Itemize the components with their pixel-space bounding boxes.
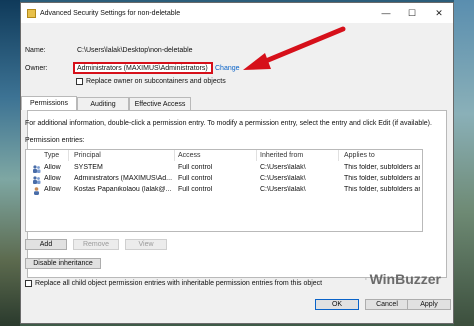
row-inherited-from: C:\Users\lalak\	[260, 186, 306, 193]
tab-effective-access[interactable]: Effective Access	[129, 97, 191, 110]
minimize-button[interactable]: —	[373, 3, 399, 23]
row-applies-to: This folder, subfolders and files	[344, 175, 420, 182]
users-icon	[33, 176, 41, 184]
users-icon	[33, 165, 41, 173]
window-title: Advanced Security Settings for non-delet…	[40, 9, 181, 17]
owner-value: Administrators (MAXIMUS\Administrators)	[77, 64, 208, 72]
replace-all-label: Replace all child object permission entr…	[35, 280, 323, 287]
row-type: Allow	[44, 186, 61, 193]
advanced-security-window: Advanced Security Settings for non-delet…	[20, 2, 454, 324]
column-header-access[interactable]: Access	[178, 152, 201, 159]
watermark-text: WinBuzzer	[369, 271, 441, 287]
column-header-principal[interactable]: Principal	[74, 152, 101, 159]
close-button[interactable]: ✕	[425, 3, 453, 23]
row-principal: Administrators (MAXIMUS\Ad...	[74, 175, 172, 182]
row-access: Full control	[178, 186, 213, 193]
tab-permissions[interactable]: Permissions	[21, 96, 77, 110]
table-row[interactable]: Allow Administrators (MAXIMUS\Ad... Full…	[26, 175, 422, 185]
replace-owner-checkbox[interactable]	[76, 78, 83, 85]
row-inherited-from: C:\Users\lalak\	[260, 175, 306, 182]
desktop-background-right	[454, 0, 474, 326]
window-controls: — ☐ ✕	[373, 3, 453, 23]
view-button[interactable]: View	[125, 239, 167, 250]
permission-entries-label: Permission entries:	[25, 137, 85, 144]
row-inherited-from: C:\Users\lalak\	[260, 164, 306, 171]
desktop-background-left	[0, 0, 20, 326]
row-access: Full control	[178, 175, 213, 182]
tab-auditing[interactable]: Auditing	[77, 97, 129, 110]
red-arrow-annotation	[243, 26, 346, 70]
row-type: Allow	[44, 164, 61, 171]
row-principal: Kostas Papanikolaou (lalak@...	[74, 186, 172, 193]
table-row[interactable]: Allow Kostas Papanikolaou (lalak@... Ful…	[26, 186, 422, 196]
column-header-inherited-from[interactable]: Inherited from	[260, 152, 303, 159]
tab-bar: Permissions Auditing Effective Access	[21, 96, 453, 110]
name-label: Name:	[25, 47, 46, 54]
row-principal: SYSTEM	[74, 164, 103, 171]
column-header-type[interactable]: Type	[44, 152, 59, 159]
row-type: Allow	[44, 175, 61, 182]
row-applies-to: This folder, subfolders and files	[344, 186, 420, 193]
apply-button[interactable]: Apply	[407, 299, 451, 310]
replace-all-checkbox[interactable]	[25, 280, 32, 287]
tab-auditing-label: Auditing	[90, 100, 116, 108]
cancel-button[interactable]: Cancel	[365, 299, 409, 310]
remove-button[interactable]: Remove	[73, 239, 119, 250]
name-value: C:\Users\lalak\Desktop\non-deletable	[77, 47, 193, 54]
tab-permissions-label: Permissions	[29, 100, 69, 107]
row-applies-to: This folder, subfolders and files	[344, 164, 420, 171]
folder-icon	[27, 8, 36, 18]
ok-button[interactable]: OK	[315, 299, 359, 310]
user-icon	[34, 187, 39, 195]
disable-inheritance-button[interactable]: Disable inheritance	[25, 258, 101, 269]
column-header-applies-to[interactable]: Applies to	[344, 152, 375, 159]
maximize-button[interactable]: ☐	[399, 3, 425, 23]
title-bar: Advanced Security Settings for non-delet…	[21, 3, 453, 23]
winbuzzer-watermark: WinBuzzer	[365, 269, 441, 289]
permission-entries-table: Type Principal Access Inherited from App…	[25, 149, 423, 232]
winbuzzer-logo-icon	[365, 278, 367, 280]
replace-owner-label: Replace owner on subcontainers and objec…	[86, 78, 226, 85]
info-text: For additional information, double-click…	[25, 120, 432, 127]
owner-value-highlight: Administrators (MAXIMUS\Administrators)	[73, 62, 213, 74]
add-button[interactable]: Add	[25, 239, 67, 250]
row-access: Full control	[178, 164, 213, 171]
tab-effective-access-label: Effective Access	[134, 100, 186, 108]
owner-label: Owner:	[25, 65, 48, 72]
table-row[interactable]: Allow SYSTEM Full control C:\Users\lalak…	[26, 164, 422, 174]
